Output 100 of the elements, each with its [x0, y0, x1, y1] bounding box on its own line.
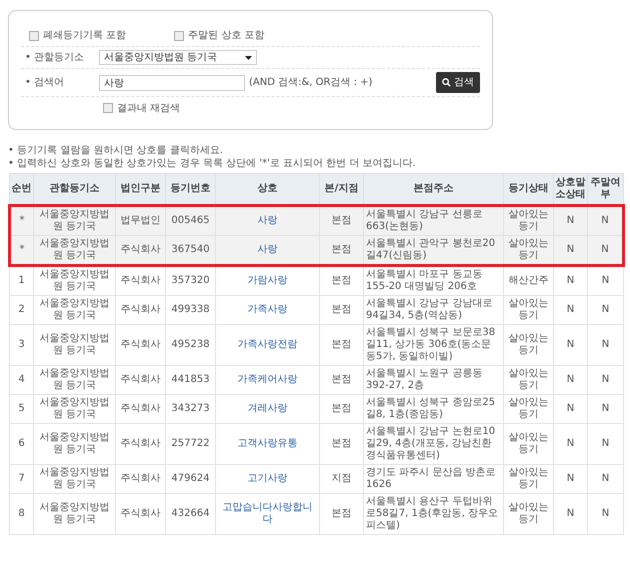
table-cell: 2 — [10, 296, 34, 324]
table-cell: N — [554, 366, 588, 394]
table-cell: 지점 — [320, 464, 364, 494]
table-cell: 본점 — [320, 394, 364, 424]
table-cell: 4 — [10, 366, 34, 394]
table-cell: N — [554, 424, 588, 464]
table-cell: 서울특별시 마포구 동교동155-20 대명빌딩 206호 — [364, 266, 504, 296]
table-cell: 서울중앙지방법원 등기국 — [34, 494, 116, 534]
table-cell: 367540 — [166, 236, 216, 266]
table-cell: N — [588, 206, 624, 236]
table-cell: 서울중앙지방법원 등기국 — [34, 324, 116, 366]
table-cell: 서울특별시 성북구 종암로25길8, 1층(종암동) — [364, 394, 504, 424]
column-header: 순번 — [10, 174, 34, 206]
table-cell: N — [588, 366, 624, 394]
table-cell: 441853 — [166, 366, 216, 394]
table-cell: 005465 — [166, 206, 216, 236]
column-header: 본점주소 — [364, 174, 504, 206]
table-cell: 7 — [10, 464, 34, 494]
table-cell: 5 — [10, 394, 34, 424]
table-cell: 본점 — [320, 296, 364, 324]
table-cell: 살아있는 등기 — [504, 206, 554, 236]
column-header: 상호 — [216, 174, 320, 206]
table-cell: 479624 — [166, 464, 216, 494]
table-cell: 주식회사 — [116, 464, 166, 494]
table-cell: 서울특별시 성북구 보문로38길11, 상가동 306호(동소문동5가, 동일하이빌) — [364, 324, 504, 366]
table-cell: N — [554, 206, 588, 236]
column-header: 등기상태 — [504, 174, 554, 206]
table-cell: N — [554, 266, 588, 296]
table-cell: 499338 — [166, 296, 216, 324]
table-cell: 주식회사 — [116, 296, 166, 324]
column-header: 등기번호 — [166, 174, 216, 206]
table-cell: 주식회사 — [116, 366, 166, 394]
field-label: • 관할등기소 — [24, 51, 86, 65]
table-cell: 해산간주 — [504, 266, 554, 296]
table-cell: 살아있는 등기 — [504, 464, 554, 494]
table-cell: 주식회사 — [116, 266, 166, 296]
table-cell: 주식회사 — [116, 394, 166, 424]
note-text: • 입력하신 상호와 동일한 상호가있는 경우 목록 상단에 '*'로 표시되어 한번 더 보여집니다. — [8, 158, 416, 169]
table-cell: 살아있는 등기 — [504, 296, 554, 324]
table-cell: 서울중앙지방법원 등기국 — [34, 464, 116, 494]
table-cell: 8 — [10, 494, 34, 534]
table-cell: 서울특별시 강남구 논현로10길29, 4층(개포동, 강남친환경식품유통센터) — [364, 424, 504, 464]
table-cell: N — [588, 236, 624, 266]
table-cell: 주식회사 — [116, 236, 166, 266]
table-cell: 살아있는 등기 — [504, 236, 554, 266]
table-cell: N — [588, 394, 624, 424]
field-label: • 검색어 — [24, 76, 66, 90]
table-cell: N — [554, 236, 588, 266]
table-cell: N — [554, 494, 588, 534]
table-cell: * — [10, 236, 34, 266]
table-cell: 살아있는 등기 — [504, 324, 554, 366]
office-select[interactable]: 서울중앙지방법원 등기국 — [99, 50, 257, 65]
checkbox[interactable] — [29, 30, 39, 40]
table-cell: N — [588, 266, 624, 296]
table-cell: * — [10, 206, 34, 236]
table-cell: 본점 — [320, 494, 364, 534]
checkbox-label: 결과내 재검색 — [117, 102, 180, 116]
table-cell: 432664 — [166, 494, 216, 534]
search-button[interactable]: 검색 — [436, 72, 480, 93]
table-cell: 주식회사 — [116, 424, 166, 464]
table-cell: 본점 — [320, 366, 364, 394]
table-cell: 서울중앙지방법원 등기국 — [34, 236, 116, 266]
table-cell: 본점 — [320, 266, 364, 296]
table-cell: 서울중앙지방법원 등기국 — [34, 266, 116, 296]
table-cell: 6 — [10, 424, 34, 464]
checkbox[interactable] — [174, 30, 184, 40]
table-cell: 살아있는 등기 — [504, 424, 554, 464]
table-cell: N — [588, 424, 624, 464]
column-header: 주말여부 — [588, 174, 624, 206]
table-cell: N — [554, 296, 588, 324]
table-cell: 주식회사 — [116, 324, 166, 366]
table-cell: 서울특별시 강남구 강남대로94길34, 5층(역삼동) — [364, 296, 504, 324]
checkbox[interactable] — [103, 103, 113, 113]
table-cell: 서울중앙지방법원 등기국 — [34, 206, 116, 236]
column-header: 상호말소상태 — [554, 174, 588, 206]
table-cell: 서울중앙지방법원 등기국 — [34, 296, 116, 324]
table-cell: N — [554, 324, 588, 366]
table-cell: 1 — [10, 266, 34, 296]
table-cell: 서울특별시 관악구 봉천로20길47(신림동) — [364, 236, 504, 266]
table-cell: 본점 — [320, 424, 364, 464]
search-icon — [442, 78, 451, 87]
table-cell: N — [554, 394, 588, 424]
table-cell: N — [588, 324, 624, 366]
table-cell: 경기도 파주시 문산읍 방촌로1626 — [364, 464, 504, 494]
column-header: 법인구분 — [116, 174, 166, 206]
table-cell: 법무법인 — [116, 206, 166, 236]
table-cell: 서울중앙지방법원 등기국 — [34, 366, 116, 394]
note-text: • 등기기록 열람을 원하시면 상호를 클릭하세요. — [8, 145, 223, 156]
table-cell: N — [588, 464, 624, 494]
caret-icon — [245, 56, 252, 60]
table-cell: 본점 — [320, 324, 364, 366]
table-cell: 서울특별시 노원구 공릉동392-27, 2층 — [364, 366, 504, 394]
table-cell: 본점 — [320, 236, 364, 266]
table-cell: 살아있는 등기 — [504, 494, 554, 534]
table-cell: N — [588, 296, 624, 324]
checkbox-label: 주말된 상호 포함 — [188, 29, 265, 43]
table-cell: 살아있는 등기 — [504, 366, 554, 394]
search-field[interactable]: 사랑 — [99, 74, 245, 90]
table-cell: 서울특별시 용산구 두텁바위로58길7, 1층(후암동, 장우오피스텔) — [364, 494, 504, 534]
table-cell: 495238 — [166, 324, 216, 366]
